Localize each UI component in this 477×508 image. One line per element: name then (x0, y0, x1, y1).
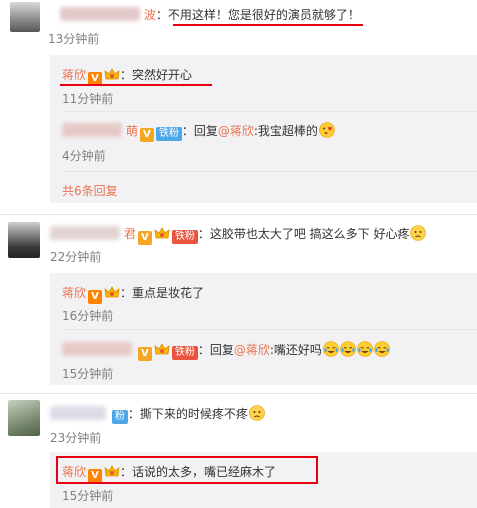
reply-time: 15分钟前 (62, 489, 114, 503)
crown-icon (104, 286, 120, 298)
reply-line: 蒋欣 V ：突然好开心 (62, 66, 192, 86)
verified-v-icon: V (137, 347, 152, 361)
crown-icon (154, 227, 170, 239)
comment-line: 粉：撕下来的时候疼不疼 (50, 405, 265, 424)
comment-text: ：不用这样！您是很好的演员就够了！ (155, 8, 360, 22)
mention-link[interactable]: @蒋欣 (234, 343, 270, 357)
blurred-username[interactable] (50, 226, 120, 240)
tear-laugh-emoji (374, 341, 390, 357)
reply-time: 4分钟前 (62, 149, 106, 163)
reply-line: V 铁粉 ：回复@蒋欣:嘴还好吗 (62, 341, 390, 361)
reply-box: 蒋欣 V ：突然好开心 11分钟前 萌 V 铁粉 ：回复@蒋欣:我宝超棒的 4分钟前 共6… (50, 55, 477, 203)
avatar[interactable] (10, 2, 40, 32)
reply-line: 蒋欣 V ：重点是妆花了 (62, 284, 204, 304)
fan-badge: 铁粉 (155, 127, 182, 141)
tear-laugh-emoji (357, 341, 373, 357)
highlight-underline (173, 24, 363, 26)
comment-time: 13分钟前 (48, 32, 100, 46)
blurred-username[interactable] (60, 7, 140, 21)
reply-text: ：重点是妆花了 (120, 286, 205, 300)
reply-time: 16分钟前 (62, 309, 114, 323)
avatar[interactable] (8, 400, 40, 436)
fan-badge: 铁粉 (171, 230, 198, 244)
reply-text: ：突然好开心 (120, 68, 193, 82)
highlight-underline (60, 84, 212, 86)
divider (62, 111, 477, 112)
reply-box: 蒋欣 V ：重点是妆花了 16分钟前 V 铁粉 ：回复@蒋欣:嘴还好吗 15分钟前 (50, 273, 477, 385)
blurred-username[interactable] (62, 342, 132, 356)
sad-emoji (249, 405, 265, 421)
crown-icon (104, 68, 120, 80)
comment-line: 君 V 铁粉 ：这胶带也太大了吧 搞这么多下 好心疼 (50, 225, 427, 245)
reply-time: 11分钟前 (62, 92, 114, 106)
divider (62, 329, 477, 330)
blurred-username[interactable] (62, 123, 122, 137)
username[interactable]: 波 (144, 8, 156, 22)
comment-time: 22分钟前 (50, 250, 102, 264)
heart-kiss-emoji (319, 122, 335, 138)
sad-emoji (410, 225, 427, 241)
comment-text: ：这胶带也太大了吧 搞这么多下 好心疼 (197, 227, 410, 241)
reply-word: ：回复 (197, 343, 234, 357)
divider (0, 214, 477, 215)
fan-badge: 铁粉 (171, 346, 198, 360)
username[interactable]: 蒋欣 (62, 286, 86, 300)
tear-laugh-emoji (323, 341, 339, 357)
comment-time: 23分钟前 (50, 431, 102, 445)
verified-v-icon: V (139, 128, 154, 142)
avatar[interactable] (8, 222, 40, 258)
tear-laugh-emoji (340, 341, 356, 357)
highlight-box (56, 456, 318, 484)
divider (62, 171, 477, 172)
reply-time: 15分钟前 (62, 367, 114, 381)
comment-line: 波：不用这样！您是很好的演员就够了！ (60, 6, 360, 23)
username[interactable]: 萌 (126, 124, 138, 138)
crown-icon (154, 343, 170, 355)
reply-text: :嘴还好吗 (269, 343, 322, 357)
divider (0, 393, 477, 394)
more-replies-link[interactable]: 共6条回复 (62, 182, 118, 199)
username[interactable]: 君 (124, 227, 136, 241)
comment-text: ：撕下来的时候疼不疼 (127, 407, 248, 421)
mention-link[interactable]: @蒋欣 (218, 124, 254, 138)
fan-badge: 粉 (111, 410, 128, 424)
reply-text: :我宝超棒的 (253, 124, 318, 138)
reply-line: 萌 V 铁粉 ：回复@蒋欣:我宝超棒的 (62, 122, 335, 142)
reply-word: ：回复 (181, 124, 218, 138)
verified-v-icon: V (88, 290, 103, 304)
username[interactable]: 蒋欣 (62, 68, 86, 82)
verified-v-icon: V (137, 231, 152, 245)
blurred-username[interactable] (50, 406, 106, 420)
